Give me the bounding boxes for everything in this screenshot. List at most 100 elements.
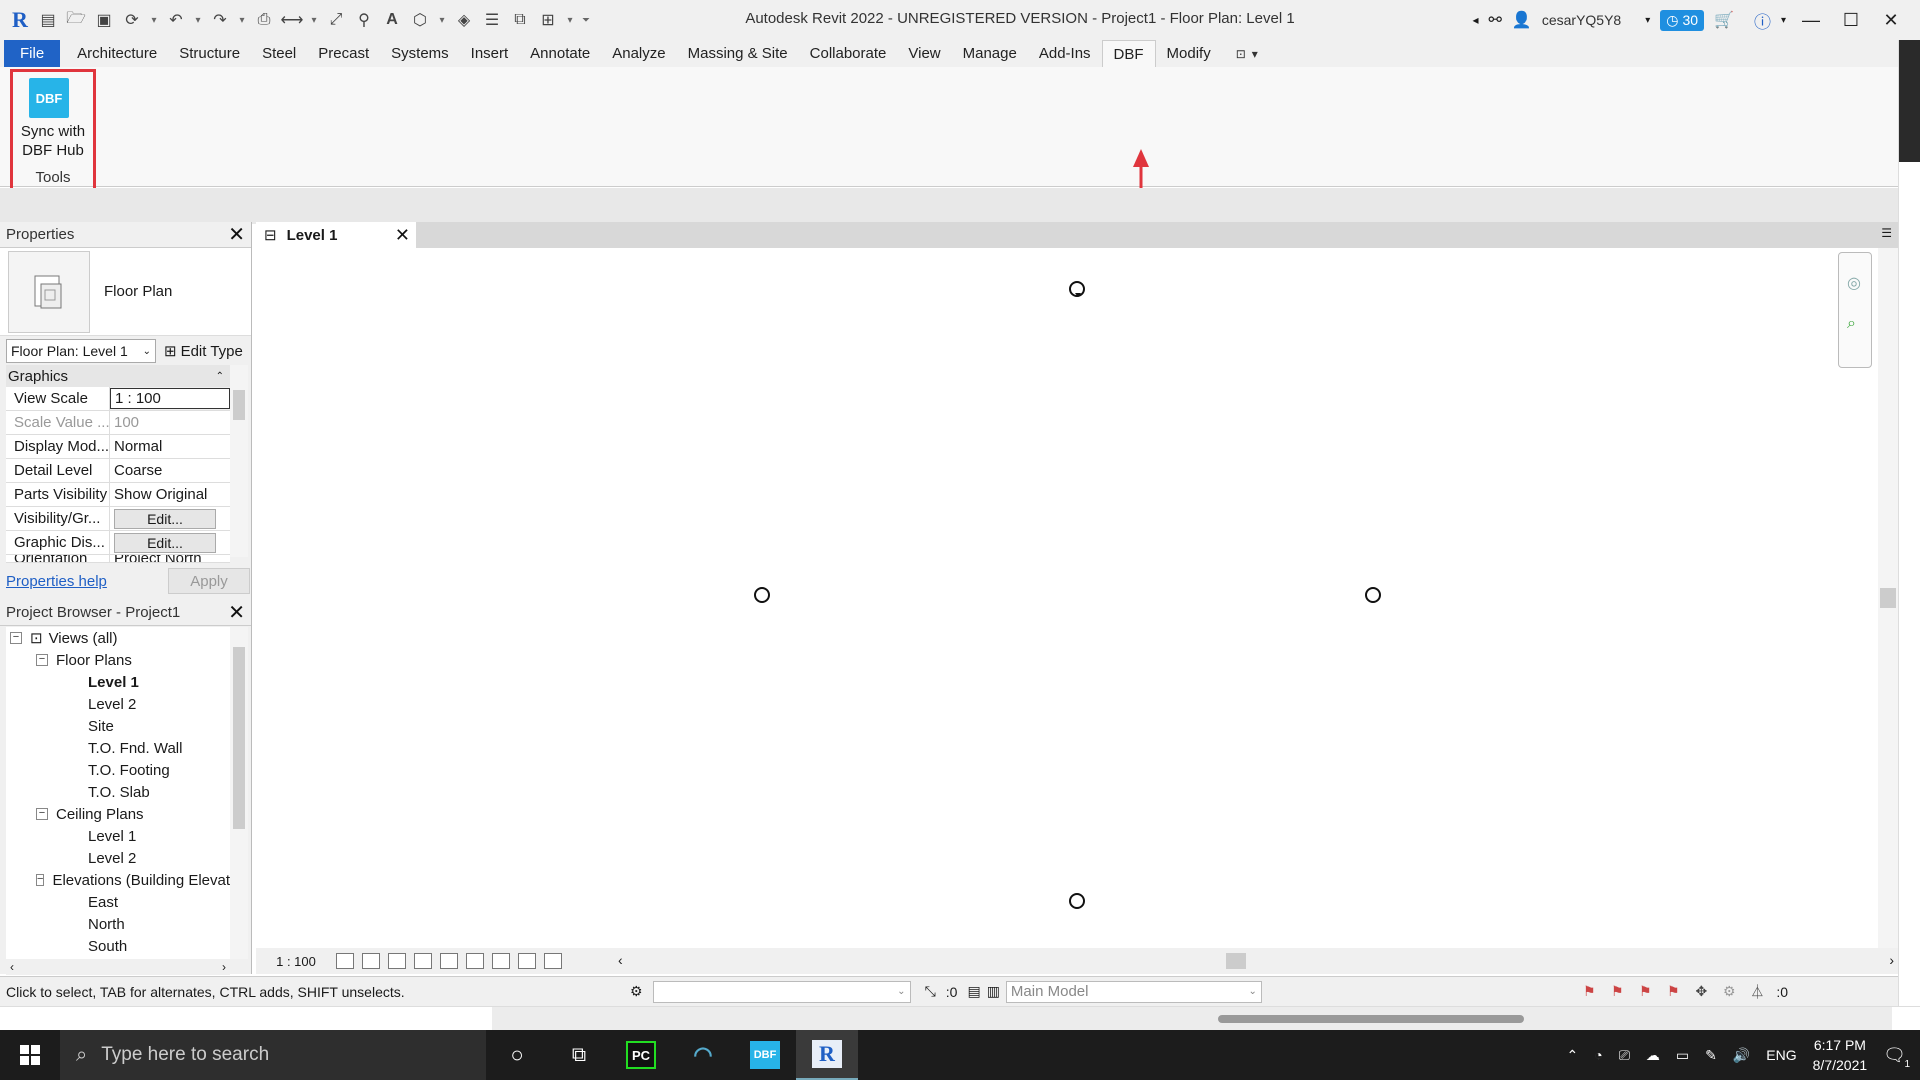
tree-item-ceiling-plans[interactable]: − Ceiling Plans bbox=[6, 803, 230, 825]
workset-icon[interactable]: ⚙ bbox=[630, 983, 643, 1000]
tab-structure[interactable]: Structure bbox=[168, 40, 251, 67]
battery-icon[interactable]: ▭ bbox=[1676, 1047, 1689, 1064]
revit-app-icon[interactable]: R bbox=[8, 7, 32, 32]
crop-view-icon[interactable] bbox=[440, 953, 458, 969]
tab-analyze[interactable]: Analyze bbox=[601, 40, 676, 67]
view-scale-control[interactable]: 1 : 100 bbox=[256, 954, 336, 969]
drawing-canvas[interactable] bbox=[256, 248, 1878, 948]
open-folder-icon[interactable]: 🗁 bbox=[64, 8, 88, 32]
close-properties-icon[interactable]: ✕ bbox=[228, 222, 245, 247]
help-icon[interactable]: ⓘ bbox=[1754, 8, 1771, 33]
tab-steel[interactable]: Steel bbox=[251, 40, 307, 67]
drag-elements-icon[interactable]: ✥ bbox=[1692, 983, 1710, 1001]
view-tab-level-1[interactable]: ⊟ Level 1 ✕ bbox=[256, 222, 416, 248]
view-tab-menu-icon[interactable]: ☰ bbox=[1881, 226, 1892, 240]
onedrive-icon[interactable]: ☁ bbox=[1646, 1047, 1660, 1064]
maximize-button[interactable]: ☐ bbox=[1836, 10, 1866, 31]
close-browser-icon[interactable]: ✕ bbox=[228, 600, 245, 625]
tab-precast[interactable]: Precast bbox=[307, 40, 380, 67]
steering-wheel-icon[interactable]: ◎ bbox=[1847, 273, 1861, 293]
tray-expand-icon[interactable]: ⌃ bbox=[1566, 1047, 1578, 1064]
elevation-marker-east[interactable] bbox=[1365, 587, 1381, 603]
close-window-button[interactable]: ✕ bbox=[1876, 10, 1906, 31]
temporary-hide-icon[interactable] bbox=[492, 953, 510, 969]
elevation-marker-north[interactable] bbox=[1069, 281, 1085, 297]
editable-only-icon[interactable]: ⤡ bbox=[925, 983, 936, 1000]
tab-add-ins[interactable]: Add-Ins bbox=[1028, 40, 1102, 67]
undo-dropdown-icon[interactable]: ▾ bbox=[192, 8, 204, 32]
tree-item-east[interactable]: East bbox=[6, 891, 230, 913]
user-name[interactable]: cesarYQ5Y8 bbox=[1542, 12, 1621, 28]
parts-visibility-value[interactable]: Show Original bbox=[110, 483, 230, 506]
tree-item-floor-plans[interactable]: − Floor Plans bbox=[6, 649, 230, 671]
tab-dbf[interactable]: DBF bbox=[1101, 40, 1156, 67]
select-links-icon[interactable]: ⚑ bbox=[1580, 983, 1598, 1001]
tab-collaborate[interactable]: Collaborate bbox=[799, 40, 898, 67]
volume-icon[interactable]: 🔊 bbox=[1733, 1047, 1750, 1064]
tree-item-north[interactable]: North bbox=[6, 913, 230, 935]
orientation-value[interactable]: Project North bbox=[110, 555, 230, 562]
tree-item-ceiling-level-2[interactable]: Level 2 bbox=[6, 847, 230, 869]
canvas-horizontal-scrollbar[interactable]: ‹ › bbox=[616, 951, 1896, 971]
start-button[interactable] bbox=[0, 1045, 60, 1065]
notification-icon[interactable]: 🗨 1 bbox=[1883, 1045, 1910, 1070]
tab-insert[interactable]: Insert bbox=[460, 40, 520, 67]
dbf-sync-icon[interactable]: DBF bbox=[29, 78, 69, 118]
tag-icon[interactable]: ⚲ bbox=[352, 8, 376, 32]
select-pinned-icon[interactable]: ⚑ bbox=[1636, 983, 1654, 1001]
tree-item-elevations[interactable]: − Elevations (Building Elevation) bbox=[6, 869, 230, 891]
design-options-icon[interactable]: ▤ bbox=[967, 983, 980, 1000]
display-icon[interactable]: ⎚ bbox=[1619, 1047, 1630, 1064]
redo-icon[interactable]: ↷ bbox=[208, 8, 232, 32]
edit-type-button[interactable]: ⊞ Edit Type bbox=[164, 342, 243, 361]
sync-dbf-hub-button[interactable]: Sync with DBF Hub bbox=[13, 122, 93, 160]
show-crop-icon[interactable] bbox=[466, 953, 484, 969]
tab-manage[interactable]: Manage bbox=[952, 40, 1028, 67]
graphics-section-header[interactable]: Graphics ⌃ bbox=[6, 365, 230, 387]
switch-windows-icon[interactable]: ⊞ bbox=[536, 8, 560, 32]
exclude-options-icon[interactable]: ▥ bbox=[987, 983, 1000, 1000]
pen-icon[interactable]: ✎ bbox=[1705, 1047, 1717, 1064]
select-by-face-icon[interactable]: ⚑ bbox=[1664, 983, 1682, 1001]
tree-item-fnd-wall[interactable]: T.O. Fnd. Wall bbox=[6, 737, 230, 759]
design-option-dropdown[interactable]: Main Model ⌄ bbox=[1005, 980, 1262, 1003]
scroll-right-icon[interactable]: › bbox=[1889, 952, 1894, 968]
tree-item-level-2[interactable]: Level 2 bbox=[6, 693, 230, 715]
graphic-display-edit-button[interactable]: Edit... bbox=[114, 532, 216, 553]
reveal-hidden-icon[interactable] bbox=[518, 953, 536, 969]
properties-scrollbar[interactable] bbox=[230, 365, 248, 557]
tree-item-slab[interactable]: T.O. Slab bbox=[6, 781, 230, 803]
zoom-icon[interactable]: ⌕ bbox=[1847, 315, 1856, 333]
tree-item-level-1[interactable]: Level 1 bbox=[6, 671, 230, 693]
visibility-edit-button[interactable]: Edit... bbox=[114, 508, 216, 529]
text-icon[interactable]: A bbox=[380, 8, 404, 32]
cart-icon[interactable]: 🛒 bbox=[1714, 10, 1734, 30]
thin-lines-icon[interactable]: ☰ bbox=[480, 8, 504, 32]
measure-dropdown-icon[interactable]: ▾ bbox=[308, 8, 320, 32]
home-icon[interactable]: ▤ bbox=[36, 8, 60, 32]
canvas-vertical-scrollbar[interactable] bbox=[1878, 248, 1898, 948]
scroll-right-icon[interactable]: › bbox=[222, 960, 226, 974]
tree-item-views-all[interactable]: − ⊡ Views (all) bbox=[6, 627, 230, 649]
apply-button[interactable]: Apply bbox=[168, 568, 250, 594]
properties-help-link[interactable]: Properties help bbox=[6, 573, 107, 590]
tree-item-ceiling-level-1[interactable]: Level 1 bbox=[6, 825, 230, 847]
close-view-tab-icon[interactable]: ✕ bbox=[395, 225, 410, 246]
measure-icon[interactable]: ⟷ bbox=[280, 8, 304, 32]
collapse-toggle-icon[interactable]: − bbox=[10, 632, 22, 644]
help-dropdown-icon[interactable]: ▾ bbox=[1781, 15, 1786, 26]
tab-annotate[interactable]: Annotate bbox=[519, 40, 601, 67]
tab-architecture[interactable]: Architecture bbox=[66, 40, 168, 67]
print-icon[interactable]: ⎙ bbox=[252, 8, 276, 32]
elevation-marker-west[interactable] bbox=[754, 587, 770, 603]
close-hidden-icon[interactable]: ⧉ bbox=[508, 8, 532, 32]
cortana-button[interactable]: ○ bbox=[486, 1030, 548, 1080]
type-selector[interactable]: Floor Plan bbox=[0, 248, 251, 336]
background-process-icon[interactable]: ⚙ bbox=[1720, 983, 1738, 1001]
taskbar-clock[interactable]: 6:17 PM 8/7/2021 bbox=[1813, 1035, 1868, 1075]
3d-view-icon[interactable]: ⬡ bbox=[408, 8, 432, 32]
sun-path-icon[interactable] bbox=[388, 953, 406, 969]
language-indicator[interactable]: ENG bbox=[1766, 1047, 1796, 1063]
tab-file[interactable]: File bbox=[4, 40, 61, 67]
instance-filter-dropdown[interactable]: Floor Plan: Level 1 ⌄ bbox=[6, 339, 156, 363]
